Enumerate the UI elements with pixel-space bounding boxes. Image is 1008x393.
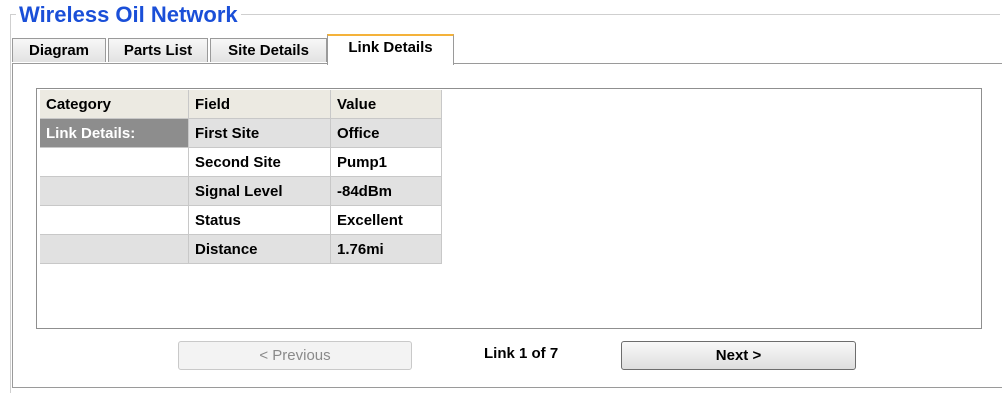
previous-button[interactable]: < Previous xyxy=(178,341,412,370)
tab-site-details[interactable]: Site Details xyxy=(210,38,327,62)
tab-parts-list[interactable]: Parts List xyxy=(108,38,208,62)
group-title: Wireless Oil Network xyxy=(16,2,241,28)
link-details-grid-frame: Category Field Value Link Details: First… xyxy=(36,88,982,329)
table-row[interactable]: Link Details: First Site Office xyxy=(40,118,442,148)
next-button[interactable]: Next > xyxy=(621,341,856,370)
wireless-oil-network-window: Wireless Oil Network Diagram Parts List … xyxy=(0,0,1008,393)
cell-category: Link Details: xyxy=(40,118,189,148)
tab-link-details[interactable]: Link Details xyxy=(327,34,454,65)
cell-value: 1.76mi xyxy=(330,234,442,264)
cell-field: Second Site xyxy=(188,147,331,177)
cell-category xyxy=(40,176,189,206)
table-row[interactable]: Signal Level -84dBm xyxy=(40,176,442,206)
cell-value: Office xyxy=(330,118,442,148)
table-row[interactable]: Status Excellent xyxy=(40,205,442,235)
cell-category xyxy=(40,205,189,235)
cell-category xyxy=(40,147,189,177)
table-row[interactable]: Distance 1.76mi xyxy=(40,234,442,264)
cell-category xyxy=(40,234,189,264)
cell-field: First Site xyxy=(188,118,331,148)
table-row[interactable]: Second Site Pump1 xyxy=(40,147,442,177)
cell-field: Signal Level xyxy=(188,176,331,206)
column-header-category[interactable]: Category xyxy=(40,90,189,119)
groupbox-border-left xyxy=(10,14,11,393)
cell-value: Pump1 xyxy=(330,147,442,177)
tab-diagram[interactable]: Diagram xyxy=(12,38,106,62)
cell-field: Status xyxy=(188,205,331,235)
link-details-grid: Category Field Value Link Details: First… xyxy=(40,90,442,264)
link-counter: Link 1 of 7 xyxy=(484,345,559,362)
cell-value: -84dBm xyxy=(330,176,442,206)
cell-value: Excellent xyxy=(330,205,442,235)
column-header-value[interactable]: Value xyxy=(330,90,442,119)
column-header-field[interactable]: Field xyxy=(188,90,331,119)
cell-field: Distance xyxy=(188,234,331,264)
